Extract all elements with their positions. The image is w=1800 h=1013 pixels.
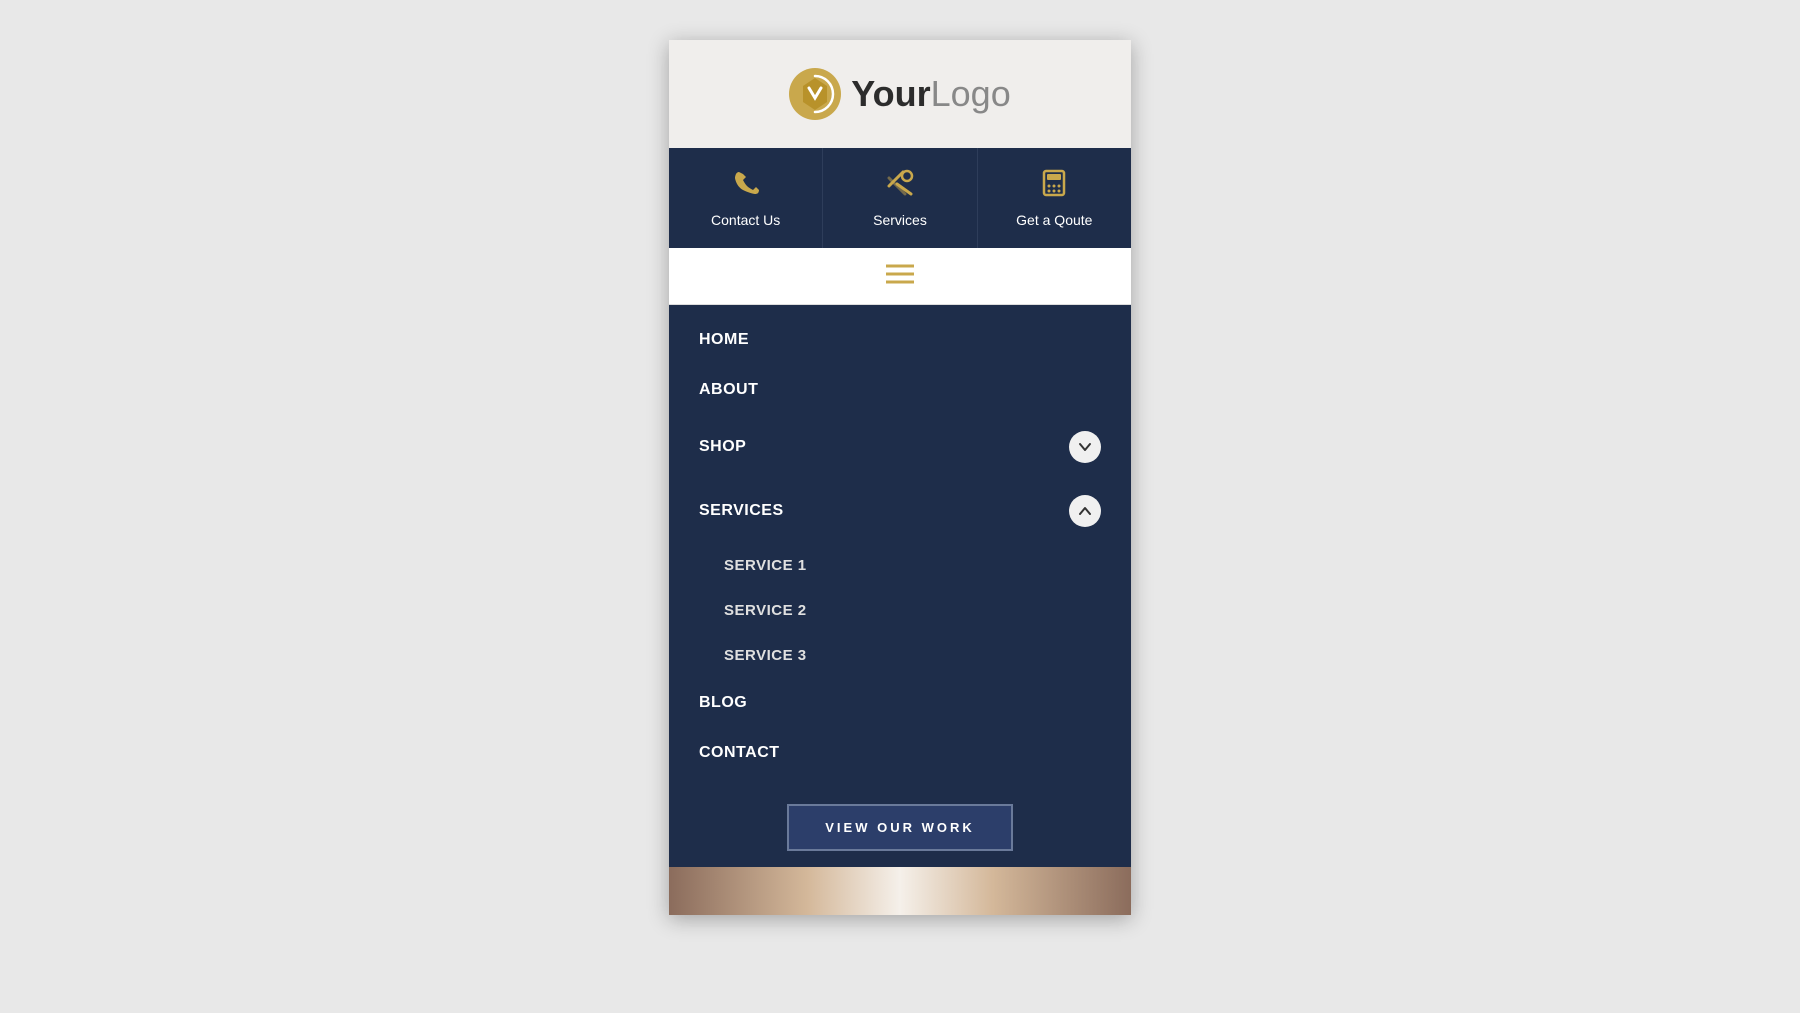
nav-contact-us[interactable]: Contact Us xyxy=(669,148,823,248)
contact-label: CONTACT xyxy=(699,744,780,762)
service-1-label: SERVICE 1 xyxy=(724,557,807,574)
logo-text: YourLogo xyxy=(851,76,1010,112)
shop-label: SHOP xyxy=(699,438,746,456)
services-chevron-up[interactable] xyxy=(1069,495,1101,527)
home-label: HOME xyxy=(699,331,749,349)
hamburger-bar[interactable] xyxy=(669,248,1131,305)
phone-icon xyxy=(731,168,761,204)
services-label: Services xyxy=(873,212,927,228)
view-our-work-button[interactable]: VIEW OUR WORK xyxy=(787,804,1013,851)
logo-your-text: Your xyxy=(851,73,930,114)
logo-icon xyxy=(789,68,841,120)
top-nav-bar: Contact Us Services xyxy=(669,148,1131,248)
get-a-quote-label: Get a Qoute xyxy=(1016,212,1092,228)
logo-logo-text: Logo xyxy=(931,73,1011,114)
phone-container: YourLogo Contact Us xyxy=(669,40,1131,915)
calculator-icon xyxy=(1039,168,1069,204)
nav-item-service-1[interactable]: SERVICE 1 xyxy=(669,543,1131,588)
nav-item-contact[interactable]: CONTACT xyxy=(669,728,1131,778)
service-2-label: SERVICE 2 xyxy=(724,602,807,619)
logo[interactable]: YourLogo xyxy=(789,68,1010,120)
bottom-cta-section: VIEW OUR WORK xyxy=(669,788,1131,867)
services-nav-label: SERVICES xyxy=(699,502,784,520)
nav-services[interactable]: Services xyxy=(823,148,977,248)
nav-item-blog[interactable]: BLOG xyxy=(669,678,1131,728)
nav-get-a-quote[interactable]: Get a Qoute xyxy=(978,148,1131,248)
nav-item-home[interactable]: HOME xyxy=(669,315,1131,365)
blog-label: BLOG xyxy=(699,694,747,712)
nav-item-service-2[interactable]: SERVICE 2 xyxy=(669,588,1131,633)
service-3-label: SERVICE 3 xyxy=(724,647,807,664)
wrench-icon xyxy=(885,168,915,204)
bottom-image-bar xyxy=(669,867,1131,915)
nav-item-about[interactable]: ABOUT xyxy=(669,365,1131,415)
hamburger-icon xyxy=(886,264,914,288)
nav-item-service-3[interactable]: SERVICE 3 xyxy=(669,633,1131,678)
nav-item-services[interactable]: SERVICES xyxy=(669,479,1131,543)
header: YourLogo xyxy=(669,40,1131,148)
main-nav: HOME ABOUT SHOP SERVICES SERVICE 1 xyxy=(669,305,1131,788)
about-label: ABOUT xyxy=(699,381,758,399)
nav-item-shop[interactable]: SHOP xyxy=(669,415,1131,479)
shop-chevron-down[interactable] xyxy=(1069,431,1101,463)
contact-us-label: Contact Us xyxy=(711,212,780,228)
